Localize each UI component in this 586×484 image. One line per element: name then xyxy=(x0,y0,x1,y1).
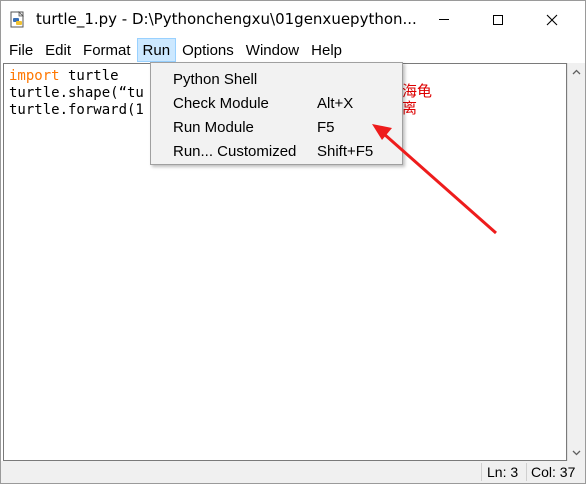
menu-run[interactable]: Run xyxy=(136,38,177,62)
menu-item-label: Run... Customized xyxy=(173,142,297,160)
menu-help[interactable]: Help xyxy=(305,38,348,62)
idle-editor-window: turtle_1.py - D:\Pythonchengxu\01genxuep… xyxy=(0,0,586,484)
scroll-down-button[interactable] xyxy=(568,444,585,461)
menu-item-run-module[interactable]: Run Module F5 xyxy=(151,115,402,139)
code-text: turtle xyxy=(59,68,119,84)
menu-item-shortcut: Alt+X xyxy=(317,94,354,112)
menu-edit[interactable]: Edit xyxy=(39,38,77,62)
minimize-button[interactable] xyxy=(421,1,467,38)
menu-bar: File Edit Format Run Options Window Help xyxy=(1,38,585,62)
vertical-scrollbar[interactable] xyxy=(567,63,585,461)
menu-item-check-module[interactable]: Check Module Alt+X xyxy=(151,91,402,115)
menu-file[interactable]: File xyxy=(1,38,39,62)
menu-item-run-customized[interactable]: Run... Customized Shift+F5 xyxy=(151,139,402,163)
close-icon xyxy=(546,14,558,25)
python-file-icon xyxy=(10,11,24,28)
window-title: turtle_1.py - D:\Pythonchengxu\01genxuep… xyxy=(36,10,417,28)
close-button[interactable] xyxy=(529,1,575,38)
menu-item-python-shell[interactable]: Python Shell xyxy=(151,67,402,91)
scroll-down-arrow-icon xyxy=(572,450,581,455)
maximize-icon xyxy=(493,14,503,25)
status-separator xyxy=(526,463,527,481)
minimize-icon xyxy=(439,19,449,20)
status-line-number: Ln: 3 xyxy=(487,464,519,480)
menu-item-shortcut: F5 xyxy=(317,118,335,136)
run-menu-dropdown: Python Shell Check Module Alt+X Run Modu… xyxy=(150,62,403,165)
code-comment-2: 离 xyxy=(402,99,418,117)
code-keyword: import xyxy=(9,68,60,84)
scroll-up-button[interactable] xyxy=(568,63,585,80)
menu-options[interactable]: Options xyxy=(176,38,240,62)
scroll-up-arrow-icon xyxy=(572,69,581,74)
maximize-button[interactable] xyxy=(475,1,521,38)
menu-item-label: Check Module xyxy=(173,94,269,112)
status-bar: Ln: 3 Col: 37 xyxy=(1,461,585,483)
menu-item-label: Python Shell xyxy=(173,70,258,88)
status-column-number: Col: 37 xyxy=(531,464,576,480)
menu-window[interactable]: Window xyxy=(240,38,305,62)
menu-format[interactable]: Format xyxy=(77,38,137,62)
menu-item-shortcut: Shift+F5 xyxy=(317,142,374,160)
status-separator xyxy=(481,463,482,481)
title-bar[interactable]: turtle_1.py - D:\Pythonchengxu\01genxuep… xyxy=(1,1,585,38)
menu-item-label: Run Module xyxy=(173,118,254,136)
code-comment-1: 海龟 xyxy=(402,82,433,100)
